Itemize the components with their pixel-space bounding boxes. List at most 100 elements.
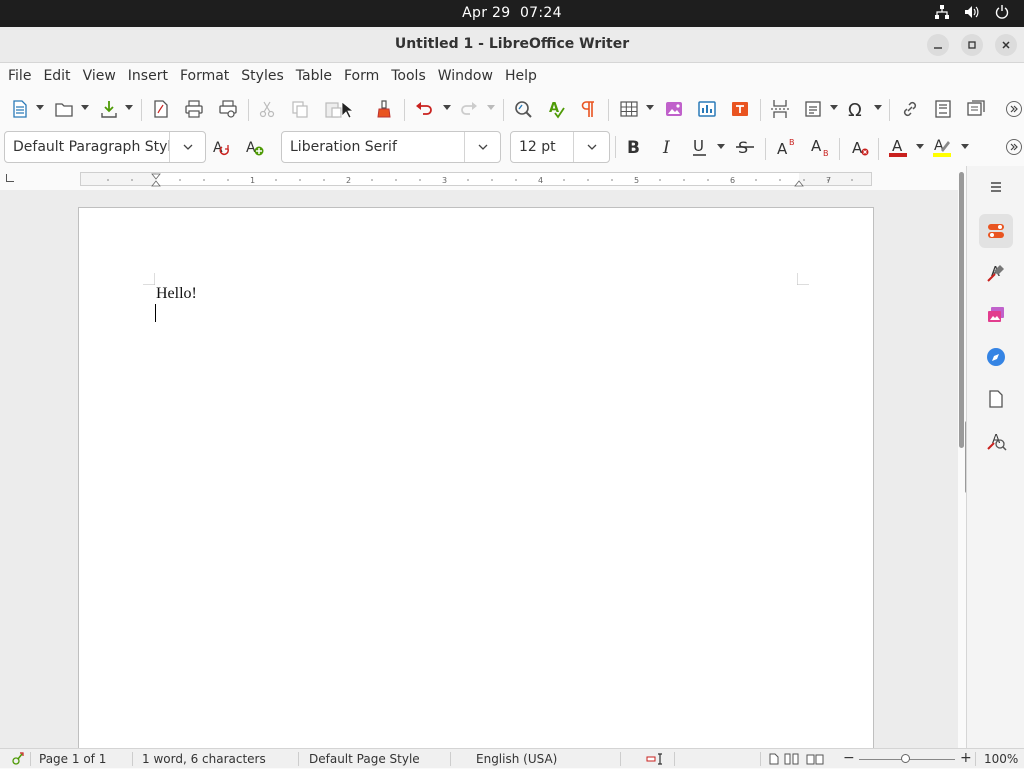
italic-icon[interactable]: I — [656, 135, 680, 159]
styles-icon[interactable]: A — [979, 256, 1013, 290]
menu-table[interactable]: Table — [290, 63, 338, 91]
page-break-icon[interactable] — [768, 97, 792, 121]
save-dropdown-arrow[interactable] — [125, 105, 133, 110]
font-name-combo[interactable]: Liberation Serif — [281, 131, 501, 163]
chevron-down-icon[interactable] — [169, 132, 205, 162]
page-style[interactable]: Default Page Style — [309, 752, 420, 766]
gallery-icon[interactable] — [979, 298, 1013, 332]
redo-icon[interactable] — [457, 97, 481, 121]
open-folder-icon[interactable] — [52, 97, 76, 121]
zoom-slider-thumb[interactable] — [901, 754, 910, 763]
more-tools-icon[interactable] — [1004, 97, 1024, 121]
insert-image-icon[interactable] — [662, 97, 686, 121]
special-character-icon[interactable]: Ω — [845, 97, 869, 121]
book-view-icon[interactable] — [806, 753, 824, 768]
superscript-icon[interactable]: AB — [774, 135, 798, 159]
new-style-icon[interactable]: A — [243, 135, 267, 159]
find-replace-icon[interactable] — [511, 97, 535, 121]
print-icon[interactable] — [182, 97, 206, 121]
font-size-value[interactable]: 12 pt — [511, 139, 573, 155]
close-button[interactable] — [995, 34, 1017, 56]
font-size-combo[interactable]: 12 pt — [510, 131, 610, 163]
sidebar-menu-icon[interactable] — [979, 170, 1013, 204]
document-modified-icon[interactable] — [10, 752, 24, 769]
navigator-icon[interactable] — [979, 340, 1013, 374]
table-dropdown-arrow[interactable] — [646, 105, 654, 110]
insert-mode-icon[interactable] — [646, 753, 666, 768]
paragraph-style-value[interactable]: Default Paragraph Styl — [5, 139, 169, 155]
scrollbar-thumb[interactable] — [959, 172, 964, 448]
document-text[interactable]: Hello! — [156, 285, 197, 303]
highlight-color-icon[interactable]: A — [930, 135, 954, 159]
insert-chart-icon[interactable] — [695, 97, 719, 121]
chevron-down-icon[interactable] — [464, 132, 500, 162]
export-pdf-icon[interactable] — [149, 97, 173, 121]
restore-button[interactable] — [961, 34, 983, 56]
menu-view[interactable]: View — [77, 63, 122, 91]
highlight-dropdown-arrow[interactable] — [961, 144, 969, 149]
horizontal-ruler[interactable]: 1 2 3 4 5 6 7 — [80, 172, 872, 187]
open-dropdown-arrow[interactable] — [81, 105, 89, 110]
subscript-icon[interactable]: AB — [808, 135, 832, 159]
properties-icon[interactable] — [979, 214, 1013, 248]
chevron-down-icon[interactable] — [573, 132, 609, 162]
style-inspector-icon[interactable]: A — [979, 424, 1013, 458]
copy-icon[interactable] — [288, 97, 312, 121]
network-icon[interactable] — [934, 5, 950, 23]
minimize-button[interactable] — [927, 34, 949, 56]
menu-help[interactable]: Help — [499, 63, 543, 91]
font-color-icon[interactable]: A — [886, 135, 910, 159]
font-name-value[interactable]: Liberation Serif — [282, 139, 464, 155]
footnote-icon[interactable] — [931, 97, 955, 121]
vertical-scrollbar[interactable] — [958, 166, 972, 748]
insert-textbox-icon[interactable] — [728, 97, 752, 121]
save-icon[interactable] — [97, 97, 121, 121]
power-icon[interactable] — [994, 5, 1010, 23]
bold-icon[interactable]: B — [622, 135, 646, 159]
zoom-in-icon[interactable]: + — [960, 750, 972, 766]
menu-tools[interactable]: Tools — [385, 63, 432, 91]
menu-form[interactable]: Form — [338, 63, 385, 91]
strikethrough-icon[interactable]: S — [733, 135, 757, 159]
menu-file[interactable]: File — [2, 63, 37, 91]
new-document-icon[interactable] — [8, 97, 32, 121]
word-count[interactable]: 1 word, 6 characters — [142, 752, 266, 766]
menu-window[interactable]: Window — [432, 63, 499, 91]
underline-dropdown-arrow[interactable] — [717, 144, 725, 149]
undo-dropdown-arrow[interactable] — [443, 105, 451, 110]
zoom-out-icon[interactable]: − — [843, 750, 855, 766]
update-style-icon[interactable]: A — [210, 135, 234, 159]
field-dropdown-arrow[interactable] — [830, 105, 838, 110]
more-formatting-icon[interactable] — [1004, 135, 1024, 159]
font-color-dropdown-arrow[interactable] — [916, 144, 924, 149]
insert-field-icon[interactable] — [801, 97, 825, 121]
volume-icon[interactable] — [964, 5, 980, 23]
clock[interactable]: Apr 29 07:24 — [0, 5, 1024, 21]
window-title-bar[interactable]: Untitled 1 - LibreOffice Writer — [0, 27, 1024, 63]
cut-icon[interactable] — [255, 97, 279, 121]
multi-page-view-icon[interactable] — [784, 753, 800, 768]
new-dropdown-arrow[interactable] — [36, 105, 44, 110]
clear-formatting-icon[interactable]: A — [848, 135, 872, 159]
single-page-view-icon[interactable] — [768, 753, 780, 768]
spelling-icon[interactable]: A — [545, 97, 569, 121]
menu-styles[interactable]: Styles — [235, 63, 289, 91]
underline-icon[interactable]: U — [688, 135, 712, 159]
special-character-dropdown-arrow[interactable] — [874, 105, 882, 110]
formatting-marks-icon[interactable] — [576, 97, 600, 121]
page-icon[interactable] — [979, 382, 1013, 416]
menu-format[interactable]: Format — [174, 63, 235, 91]
system-tray[interactable] — [934, 5, 1010, 23]
document-canvas[interactable]: Hello! — [0, 190, 958, 748]
clone-formatting-icon[interactable] — [372, 97, 396, 121]
print-preview-icon[interactable] — [216, 97, 240, 121]
menu-edit[interactable]: Edit — [37, 63, 76, 91]
redo-dropdown-arrow[interactable] — [487, 105, 495, 110]
undo-icon[interactable] — [412, 97, 436, 121]
paragraph-style-combo[interactable]: Default Paragraph Styl — [4, 131, 206, 163]
comment-icon[interactable] — [964, 97, 988, 121]
hyperlink-icon[interactable] — [898, 97, 922, 121]
document-page[interactable]: Hello! — [78, 207, 874, 748]
text-language[interactable]: English (USA) — [476, 752, 557, 766]
zoom-level[interactable]: 100% — [984, 752, 1018, 766]
